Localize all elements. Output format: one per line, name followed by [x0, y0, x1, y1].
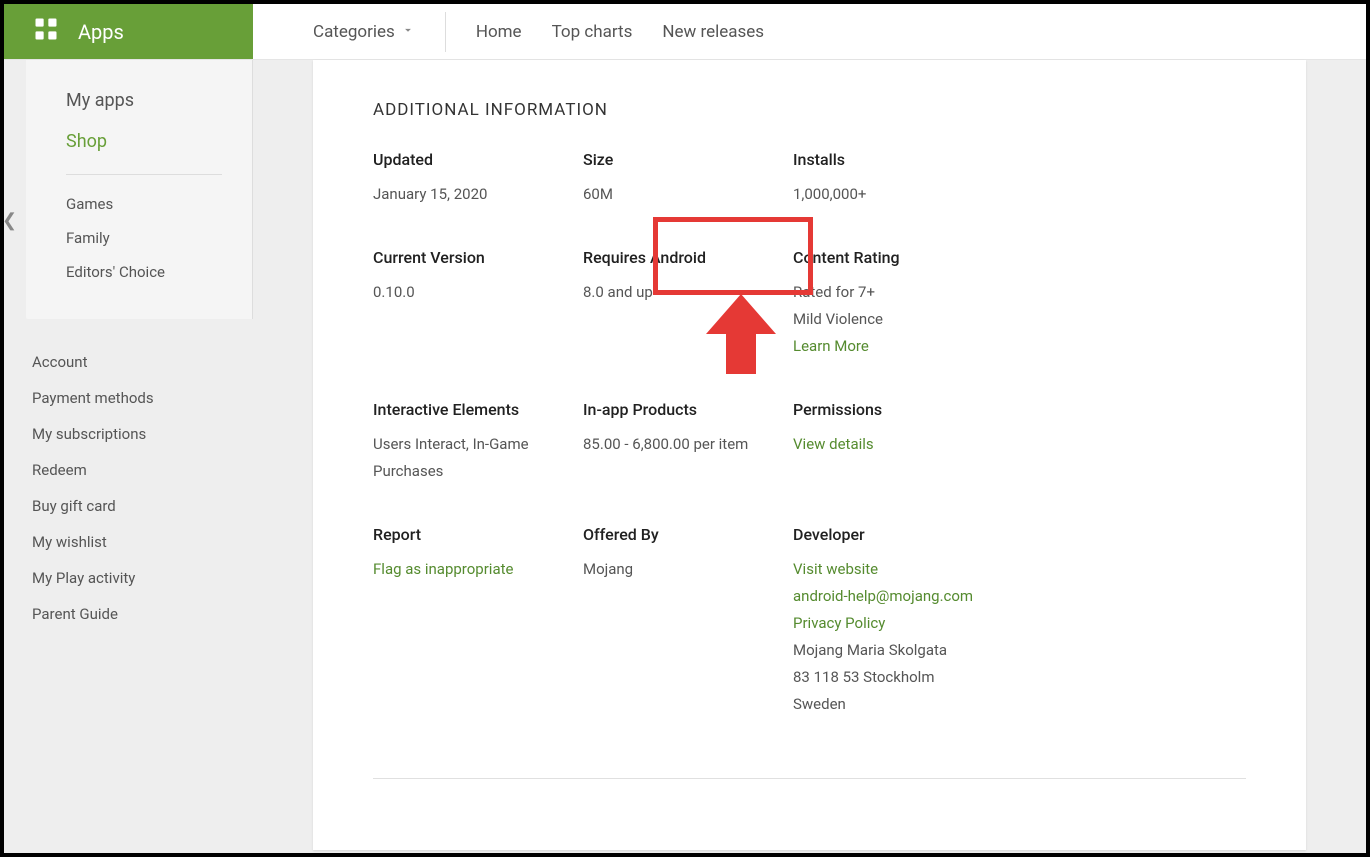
brand[interactable]: Apps: [4, 4, 253, 59]
info-offered: Offered By Mojang: [583, 525, 793, 718]
sidebar-account[interactable]: Account: [32, 344, 253, 380]
dev-website-link[interactable]: Visit website: [793, 560, 878, 578]
sidebar: ❮ My apps Shop Games Family Editors' Cho…: [4, 60, 253, 853]
sidebar-games[interactable]: Games: [66, 187, 252, 221]
sidebar-editors[interactable]: Editors' Choice: [66, 255, 252, 289]
nav-topcharts[interactable]: Top charts: [552, 22, 633, 42]
sidebar-shop[interactable]: Shop: [66, 121, 252, 162]
sidebar-family[interactable]: Family: [66, 221, 252, 255]
nav-home[interactable]: Home: [476, 22, 522, 42]
annotation-highlight: [653, 217, 813, 295]
info-developer: Developer Visit website android-help@moj…: [793, 525, 1033, 718]
sidebar-wishlist[interactable]: My wishlist: [32, 524, 253, 560]
sidebar-gift[interactable]: Buy gift card: [32, 488, 253, 524]
permissions-link[interactable]: View details: [793, 435, 874, 453]
categories-menu[interactable]: Categories: [313, 12, 446, 52]
nav-newreleases[interactable]: New releases: [662, 22, 764, 42]
sidebar-section-account: Account Payment methods My subscriptions…: [4, 319, 253, 632]
details-card: ADDITIONAL INFORMATION Updated January 1…: [313, 60, 1306, 850]
divider: [66, 174, 222, 175]
info-report: Report Flag as inappropriate: [373, 525, 583, 718]
content-area: ADDITIONAL INFORMATION Updated January 1…: [253, 60, 1366, 853]
annotation-arrow-icon: [706, 294, 776, 374]
report-link[interactable]: Flag as inappropriate: [373, 560, 513, 578]
chevron-down-icon: [401, 22, 415, 42]
sidebar-section-apps: My apps Shop Games Family Editors' Choic…: [26, 60, 253, 319]
info-installs: Installs 1,000,000+: [793, 150, 1033, 208]
info-updated: Updated January 15, 2020: [373, 150, 583, 208]
info-size: Size 60M: [583, 150, 793, 208]
sidebar-parent[interactable]: Parent Guide: [32, 596, 253, 632]
sidebar-payment[interactable]: Payment methods: [32, 380, 253, 416]
dev-privacy-link[interactable]: Privacy Policy: [793, 614, 885, 632]
info-interactive: Interactive Elements Users Interact, In-…: [373, 400, 583, 485]
chevron-left-icon[interactable]: ❮: [2, 210, 17, 231]
divider: [373, 778, 1246, 779]
info-inapp: In-app Products 85.00 - 6,800.00 per ite…: [583, 400, 793, 485]
sidebar-subs[interactable]: My subscriptions: [32, 416, 253, 452]
topnav: Categories Home Top charts New releases: [253, 4, 764, 59]
info-permissions: Permissions View details: [793, 400, 1033, 485]
topbar: Apps Categories Home Top charts New rele…: [4, 4, 1366, 60]
info-rating: Content Rating Rated for 7+ Mild Violenc…: [793, 248, 1033, 360]
content-rating-link[interactable]: Learn More: [793, 337, 869, 355]
sidebar-myapps[interactable]: My apps: [66, 80, 252, 121]
apps-icon: [32, 15, 60, 48]
dev-email-link[interactable]: android-help@mojang.com: [793, 587, 973, 605]
section-title: ADDITIONAL INFORMATION: [373, 100, 1246, 120]
info-version: Current Version 0.10.0: [373, 248, 583, 360]
sidebar-redeem[interactable]: Redeem: [32, 452, 253, 488]
brand-label: Apps: [78, 20, 124, 44]
sidebar-activity[interactable]: My Play activity: [32, 560, 253, 596]
